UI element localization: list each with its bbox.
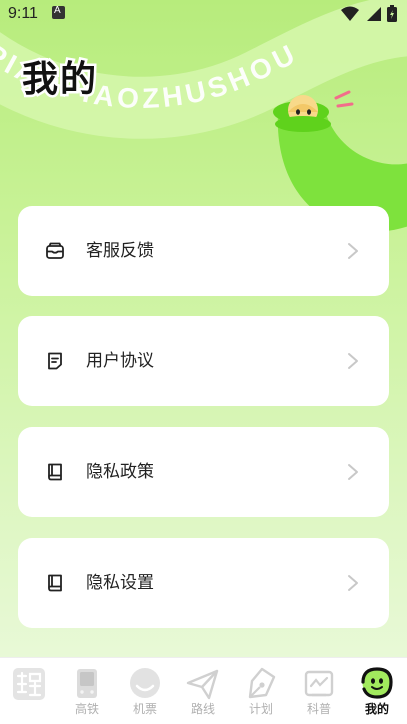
smile-icon	[130, 668, 160, 698]
tab-plan[interactable]: 计划	[232, 658, 290, 724]
menu-item-customer-feedback[interactable]: 客服反馈	[18, 206, 389, 296]
battery-icon	[387, 5, 397, 22]
tab-mine[interactable]: 我的	[348, 658, 406, 724]
menu-item-privacy-policy[interactable]: 隐私政策	[18, 427, 389, 517]
menu-item-label: 隐私设置	[86, 573, 154, 593]
status-bar: 9:11	[0, 0, 407, 28]
profile-face-icon	[361, 667, 393, 699]
book-icon	[48, 463, 62, 481]
tab-label: 科普	[306, 702, 331, 716]
wifi-icon	[341, 6, 359, 21]
tab-label: 高铁	[74, 702, 99, 716]
menu-item-label: 客服反馈	[86, 241, 154, 261]
tab-high-speed-rail[interactable]: 高铁	[58, 658, 116, 724]
status-icons	[341, 5, 397, 22]
tab-home-logo[interactable]	[0, 658, 58, 724]
bottom-tab-bar: 高铁 机票 路线 计划 科普 我的	[0, 657, 407, 724]
notification-icon	[52, 5, 65, 19]
paper-plane-icon	[186, 669, 219, 700]
status-time: 9:11	[8, 5, 38, 22]
app-logo-icon	[13, 668, 45, 700]
pen-nib-icon	[248, 667, 276, 699]
tab-label: 路线	[190, 702, 215, 716]
tab-routes[interactable]: 路线	[174, 658, 232, 724]
page-title: 我的	[19, 57, 99, 103]
menu-item-privacy-settings[interactable]: 隐私设置	[18, 538, 389, 628]
book-icon	[48, 574, 62, 592]
tab-science[interactable]: 科普	[290, 658, 348, 724]
menu-item-label: 用户协议	[86, 351, 154, 371]
tab-label: 计划	[248, 702, 273, 716]
tab-flights[interactable]: 机票	[116, 658, 174, 724]
chevron-right-icon	[348, 353, 358, 369]
menu-item-label: 隐私政策	[86, 462, 154, 482]
menu-item-user-agreement[interactable]: 用户协议	[18, 316, 389, 406]
chevron-right-icon	[348, 575, 358, 591]
document-icon	[48, 352, 62, 370]
inbox-icon	[46, 242, 64, 259]
chevron-right-icon	[348, 243, 358, 259]
train-icon	[77, 669, 97, 698]
tab-label: 我的	[364, 702, 389, 716]
science-board-icon	[304, 670, 334, 697]
chevron-right-icon	[348, 464, 358, 480]
tab-label: 机票	[132, 702, 157, 716]
signal-icon	[367, 6, 381, 21]
